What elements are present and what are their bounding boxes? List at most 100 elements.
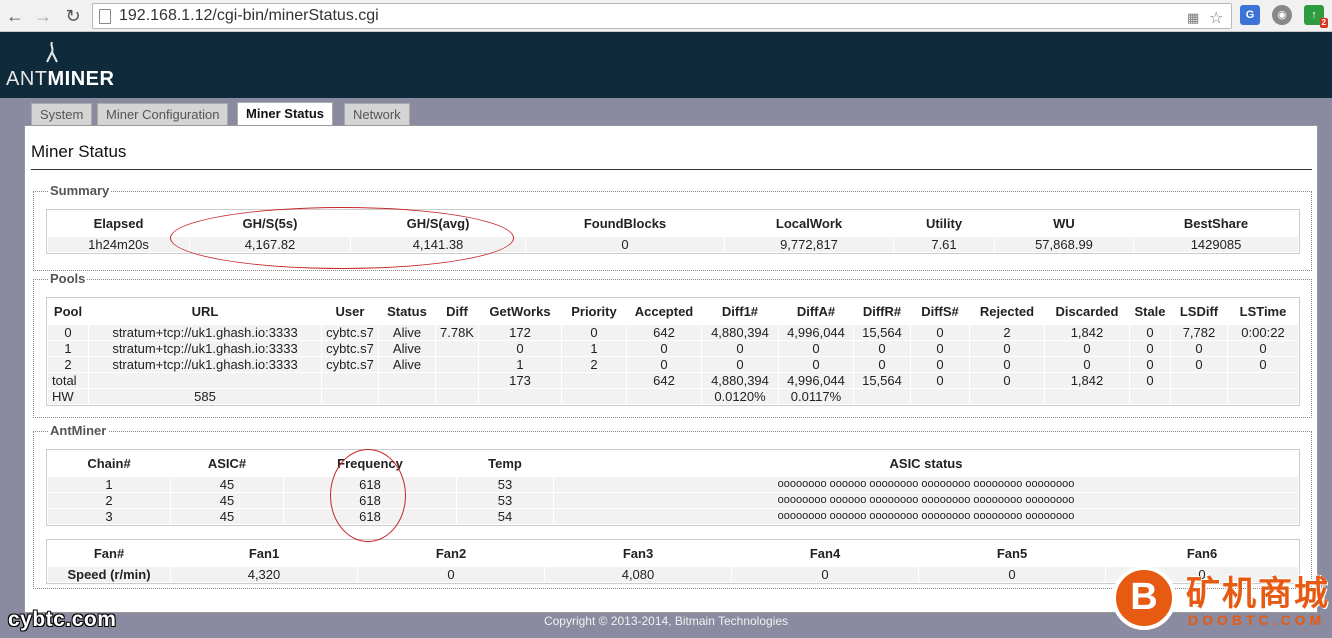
pool-cell: cybtc.s7 bbox=[322, 341, 378, 356]
pool-cell bbox=[478, 389, 561, 404]
adblock-extension-icon[interactable]: ↑ 2 bbox=[1304, 5, 1328, 28]
fan-header: Fan5 bbox=[996, 546, 1028, 561]
tab-miner-configuration[interactable]: Miner Configuration bbox=[97, 103, 229, 126]
summary-cell: 1429085 bbox=[1134, 237, 1298, 252]
pools-table-box: Pool URL User Status Diff GetWorks Priority Acc… bbox=[46, 297, 1300, 406]
pool-cell: 2 bbox=[48, 357, 88, 372]
pool-cell bbox=[1044, 389, 1129, 404]
google-translate-icon[interactable]: G bbox=[1240, 5, 1260, 25]
pool-cell: 642 bbox=[626, 325, 701, 340]
pools-header: User bbox=[335, 304, 365, 319]
summary-header: GH/S(avg) bbox=[406, 216, 470, 231]
pool-row: 2 stratum+tcp://uk1.ghash.io:3333 cybtc.s7… bbox=[48, 357, 1298, 372]
bitcoin-coin-icon: B bbox=[1112, 566, 1176, 630]
pool-cell: 15,564 bbox=[853, 325, 910, 340]
pool-cell: 0:00:22 bbox=[1227, 325, 1298, 340]
summary-table: Elapsed GH/S(5s) GH/S(avg) FoundBlocks L… bbox=[47, 210, 1299, 253]
pool-cell: 15,564 bbox=[853, 373, 910, 388]
pool-cell bbox=[379, 389, 435, 404]
chain-cell: 45 bbox=[171, 493, 283, 508]
summary-header-row: Elapsed GH/S(5s) GH/S(avg) FoundBlocks L… bbox=[48, 211, 1298, 236]
chain-cell: 618 bbox=[284, 493, 456, 508]
pool-cell bbox=[1227, 389, 1298, 404]
chain-cell: 618 bbox=[284, 477, 456, 492]
chain-header: ASIC# bbox=[207, 456, 247, 471]
pool-cell: 0 bbox=[626, 341, 701, 356]
pools-header: Stale bbox=[1134, 304, 1166, 319]
back-icon[interactable]: ← bbox=[4, 5, 26, 27]
pool-row: total 173 642 4,880,394 4,996,044 15,564 0 0 1,8… bbox=[48, 373, 1298, 388]
pool-cell: 0 bbox=[853, 357, 910, 372]
pool-cell bbox=[910, 389, 969, 404]
pools-header: LSDiff bbox=[1179, 304, 1219, 319]
chain-cell: 618 bbox=[284, 509, 456, 524]
tab-system[interactable]: System bbox=[31, 103, 93, 126]
fan-header: Fan3 bbox=[622, 546, 654, 561]
pool-cell: Alive bbox=[379, 341, 435, 356]
summary-row: 1h24m20s 4,167.82 4,141.38 0 9,772,817 7… bbox=[48, 237, 1298, 252]
pool-cell: 1,842 bbox=[1044, 373, 1129, 388]
chain-cell: 45 bbox=[171, 509, 283, 524]
app-header: ANTMINER bbox=[0, 32, 1332, 98]
pools-header: Rejected bbox=[979, 304, 1035, 319]
pools-header: GetWorks bbox=[489, 304, 551, 319]
extension-icon[interactable]: ◉ bbox=[1272, 5, 1292, 25]
fan-cell: 0 bbox=[358, 567, 544, 582]
pool-cell: stratum+tcp://uk1.ghash.io:3333 bbox=[89, 341, 321, 356]
fan-header: Fan4 bbox=[809, 546, 841, 561]
page-icon bbox=[99, 9, 111, 24]
pools-header: LSTime bbox=[1239, 304, 1287, 319]
pool-cell: 0 bbox=[910, 373, 969, 388]
pool-cell bbox=[436, 373, 478, 388]
pool-cell: 0 bbox=[778, 341, 853, 356]
pool-cell: 0 bbox=[969, 341, 1044, 356]
pool-cell bbox=[561, 389, 626, 404]
chain-cell: 1 bbox=[48, 477, 170, 492]
fan-header: Fan# bbox=[93, 546, 125, 561]
watermark-cybtc: cybtc.com bbox=[8, 608, 117, 631]
pool-cell: 1 bbox=[478, 357, 561, 372]
reload-icon[interactable]: ↻ bbox=[62, 5, 84, 27]
pool-cell: 0 bbox=[701, 357, 778, 372]
chains-header-row: Chain# ASIC# Frequency Temp ASIC status bbox=[48, 451, 1298, 476]
pool-cell: 0 bbox=[969, 357, 1044, 372]
pool-cell bbox=[322, 389, 378, 404]
summary-legend: Summary bbox=[48, 183, 112, 198]
url-text[interactable]: 192.168.1.12/cgi-bin/minerStatus.cgi bbox=[119, 7, 379, 25]
page-title: Miner Status bbox=[31, 142, 127, 161]
chains-table: Chain# ASIC# Frequency Temp ASIC status 1 45 6… bbox=[47, 450, 1299, 525]
pools-header: Pool bbox=[53, 304, 83, 319]
content-panel: Miner Status Summary Elapsed GH/S(5s) GH… bbox=[24, 125, 1318, 613]
pool-cell: 2 bbox=[969, 325, 1044, 340]
pool-cell: stratum+tcp://uk1.ghash.io:3333 bbox=[89, 357, 321, 372]
bookmark-star-icon[interactable]: ☆ bbox=[1209, 8, 1223, 28]
chain-row: 1 45 618 53 oooooooo oooooo oooooooo ooooooo… bbox=[48, 477, 1298, 492]
fan-cell: 0 bbox=[919, 567, 1105, 582]
chain-header: Temp bbox=[488, 456, 522, 471]
forward-icon[interactable]: → bbox=[32, 5, 54, 27]
tab-network[interactable]: Network bbox=[344, 103, 410, 126]
address-bar[interactable]: 192.168.1.12/cgi-bin/minerStatus.cgi ▦ ☆ bbox=[92, 3, 1232, 29]
fan-header: Fan2 bbox=[435, 546, 467, 561]
pool-cell: 0 bbox=[701, 341, 778, 356]
pools-header: DiffA# bbox=[796, 304, 836, 319]
pool-cell: 0 bbox=[48, 325, 88, 340]
pools-legend: Pools bbox=[48, 271, 88, 286]
pool-cell: 0 bbox=[561, 325, 626, 340]
tab-miner-status[interactable]: Miner Status bbox=[237, 102, 334, 126]
chains-table-box: Chain# ASIC# Frequency Temp ASIC status 1 45 6… bbox=[46, 449, 1300, 526]
fan-cell: 4,080 bbox=[545, 567, 731, 582]
translate-page-icon[interactable]: ▦ bbox=[1187, 10, 1199, 26]
pool-cell bbox=[853, 389, 910, 404]
antminer-logo-icon bbox=[46, 42, 58, 63]
pool-cell: 585 bbox=[89, 389, 321, 404]
pool-cell: 172 bbox=[478, 325, 561, 340]
pool-cell bbox=[1129, 389, 1170, 404]
pool-row: 0 stratum+tcp://uk1.ghash.io:3333 cybtc.s7… bbox=[48, 325, 1298, 340]
summary-table-box: Elapsed GH/S(5s) GH/S(avg) FoundBlocks L… bbox=[46, 209, 1300, 254]
summary-header: Elapsed bbox=[93, 216, 144, 231]
watermark-cn-text: 矿机商城 bbox=[1186, 575, 1330, 613]
fan-header: Fan1 bbox=[248, 546, 280, 561]
antminer-legend: AntMiner bbox=[48, 423, 109, 438]
fan-cell: Speed (r/min) bbox=[48, 567, 170, 582]
